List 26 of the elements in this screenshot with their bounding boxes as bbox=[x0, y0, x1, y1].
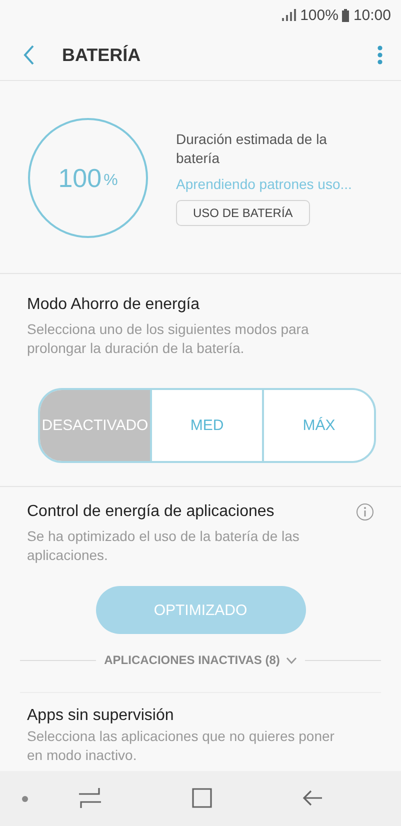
more-options-icon[interactable] bbox=[377, 45, 383, 65]
page-title: BATERÍA bbox=[62, 44, 142, 66]
nav-dot-icon bbox=[22, 796, 28, 802]
mode-option[interactable]: DESACTIVADO bbox=[40, 390, 150, 461]
section-title: Control de energía de aplicaciones bbox=[27, 503, 274, 521]
recent-apps-icon[interactable] bbox=[77, 785, 103, 811]
battery-icon bbox=[342, 8, 350, 22]
mode-option[interactable]: MÁX bbox=[262, 390, 374, 461]
back-icon[interactable] bbox=[22, 44, 36, 66]
battery-usage-button[interactable]: USO DE BATERÍA bbox=[176, 200, 310, 226]
battery-percentage: 100 bbox=[58, 162, 102, 194]
percent-sign: % bbox=[104, 172, 118, 190]
mode-option[interactable]: MED bbox=[150, 390, 262, 461]
home-icon[interactable] bbox=[189, 785, 215, 811]
section-title: Apps sin supervisión bbox=[27, 707, 175, 725]
section-description: Selecciona las aplicaciones que no quieres poner en modo inactivo. bbox=[27, 727, 336, 765]
section-description: Se ha optimizado el uso de la batería de las aplicaciones. bbox=[27, 527, 300, 565]
battery-percent: 100% bbox=[300, 6, 338, 24]
clock: 10:00 bbox=[353, 6, 391, 24]
section-title: Modo Ahorro de energía bbox=[27, 296, 201, 314]
estimate-value: Aprendiendo patrones uso... bbox=[176, 176, 352, 192]
chevron-icon bbox=[286, 656, 297, 664]
section-description: Selecciona uno de los siguientes modos para prolongar la duración de la batería. bbox=[27, 320, 310, 358]
signal-icon bbox=[282, 9, 296, 21]
estimate-label: Duración estimada de la batería bbox=[176, 130, 328, 168]
info-icon[interactable] bbox=[356, 503, 374, 521]
